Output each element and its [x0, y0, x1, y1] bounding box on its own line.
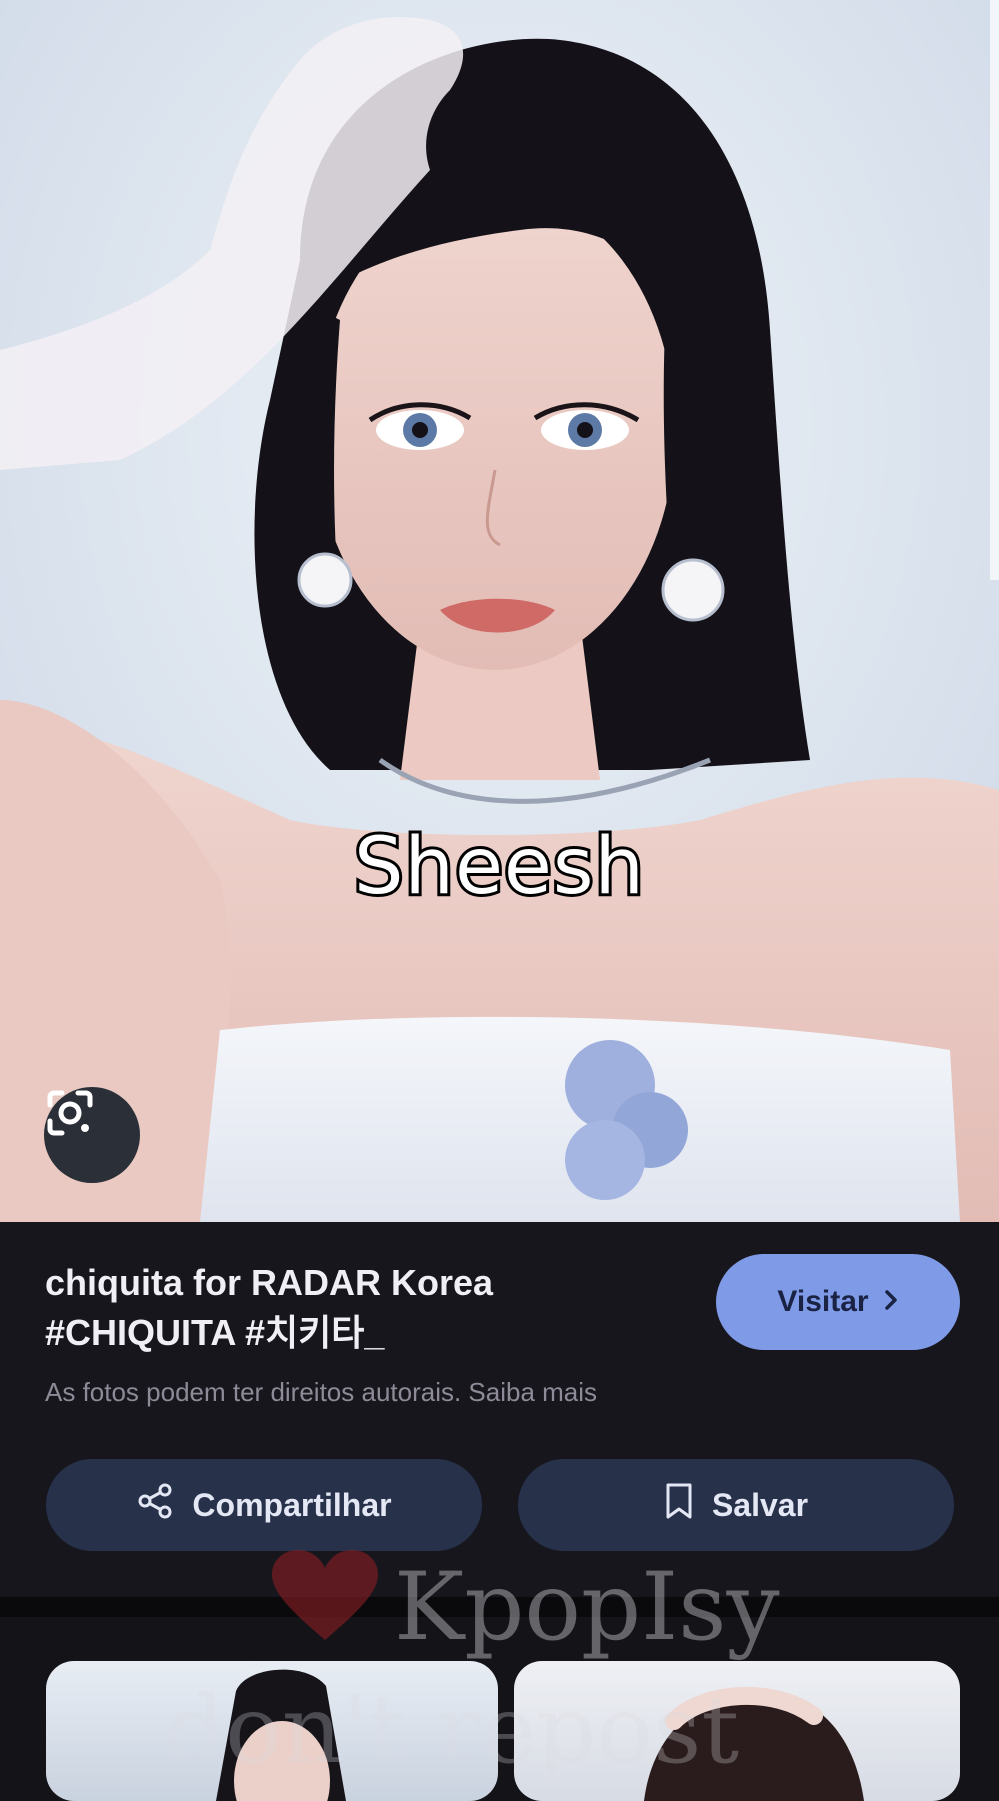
chevron-right-icon [883, 1285, 899, 1319]
pin-title: chiquita for RADAR Korea #CHIQUITA #치키타_ [45, 1262, 494, 1353]
watermark: KpopIsy [270, 1542, 790, 1672]
copyright-notice[interactable]: As fotos podem ter direitos autorais. Sa… [45, 1377, 597, 1408]
portrait-illustration [0, 0, 999, 1222]
watermark-brand: KpopIsy [394, 1552, 780, 1662]
visit-button[interactable]: Visitar [716, 1254, 960, 1350]
share-button[interactable]: Compartilhar [46, 1459, 482, 1551]
visit-button-label: Visitar [777, 1285, 869, 1318]
share-icon [136, 1482, 174, 1528]
video-caption-overlay: Sheesh [351, 819, 647, 915]
bookmark-icon [664, 1482, 694, 1528]
save-button[interactable]: Salvar [518, 1459, 954, 1551]
heart-icon [270, 1548, 380, 1667]
save-button-label: Salvar [711, 1486, 809, 1523]
visual-search-button[interactable] [44, 1087, 140, 1183]
pin-image[interactable]: Sheesh [0, 0, 999, 1222]
share-button-label: Compartilhar [192, 1486, 392, 1523]
watermark-notice: don't repost [165, 1676, 740, 1785]
